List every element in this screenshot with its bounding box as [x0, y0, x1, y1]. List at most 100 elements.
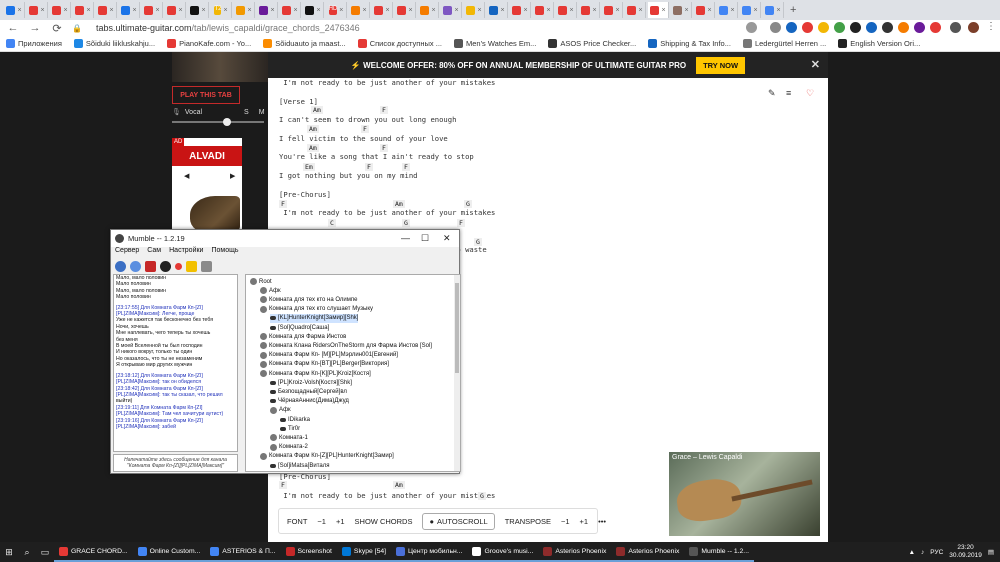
taskbar-app[interactable]: Screenshot: [280, 542, 337, 562]
channel-entry[interactable]: Афк: [260, 286, 281, 295]
vocal-volume-slider[interactable]: [172, 121, 264, 123]
channel-entry[interactable]: Комната Фарм Кп-[K][PL]Kroiz[Костя]: [260, 369, 371, 378]
chord[interactable]: Am: [307, 125, 319, 133]
extension-icon[interactable]: [802, 22, 813, 33]
close-tab-icon[interactable]: ×: [86, 7, 90, 14]
close-tab-icon[interactable]: ×: [569, 7, 573, 14]
extension-icon[interactable]: [866, 22, 877, 33]
browser-tab[interactable]: T2 ×: [211, 2, 232, 18]
bookmark-item[interactable]: Sõiduauto ja maast...: [263, 39, 346, 48]
browser-tab[interactable]: ×: [740, 2, 761, 18]
browser-tab[interactable]: ×: [73, 2, 94, 18]
channel-entry[interactable]: Комната-2: [270, 443, 308, 452]
browser-tab[interactable]: ×: [372, 2, 393, 18]
user-entry[interactable]: [PL]Kroiz-Volsh[Костя][Shk]: [270, 378, 352, 387]
menu-item[interactable]: Сервер: [115, 247, 139, 258]
user-entry[interactable]: IDikarka: [280, 415, 310, 424]
chord[interactable]: F: [380, 144, 388, 152]
network-icon[interactable]: ▲: [909, 549, 915, 556]
minimize-icon[interactable]: —: [401, 233, 410, 243]
play-this-tab-button[interactable]: PLAY THIS TAB: [172, 86, 240, 104]
taskbar-app[interactable]: Skype [54]: [336, 542, 392, 562]
bookmark-item[interactable]: English Version Ori...: [838, 39, 920, 48]
browser-tab[interactable]: ×: [694, 2, 715, 18]
chord[interactable]: G: [478, 492, 486, 500]
extension-icon[interactable]: [850, 22, 861, 33]
extension-icon[interactable]: [786, 22, 797, 33]
browser-tab[interactable]: ×: [303, 2, 324, 18]
channel-entry[interactable]: Комната Фарм Кп- [M][PL]Мэрлин001[Евгени…: [260, 351, 398, 360]
deafen-icon[interactable]: [160, 260, 171, 272]
transpose-up-button[interactable]: +1: [580, 517, 589, 526]
back-icon[interactable]: ←: [6, 22, 20, 34]
channel-entry[interactable]: Root: [250, 277, 272, 286]
close-tab-icon[interactable]: ×: [132, 7, 136, 14]
font-increase-button[interactable]: +1: [336, 517, 345, 526]
browser-tab[interactable]: ×: [556, 2, 577, 18]
extension-icon[interactable]: [930, 22, 941, 33]
chord[interactable]: G: [474, 238, 482, 246]
close-tab-icon[interactable]: ×: [270, 7, 274, 14]
taskbar-app[interactable]: Groove's musi...: [467, 542, 539, 562]
chord[interactable]: F: [279, 200, 287, 208]
menu-item[interactable]: Помощь: [211, 247, 238, 258]
taskbar-app[interactable]: Online Custom...: [132, 542, 206, 562]
close-tab-icon[interactable]: ×: [661, 7, 665, 14]
slider-handle[interactable]: [223, 118, 231, 126]
close-tab-icon[interactable]: ×: [707, 7, 711, 14]
advertisement[interactable]: AD ALVADI ◀ ▶: [172, 138, 242, 238]
close-tab-icon[interactable]: ×: [454, 7, 458, 14]
clock[interactable]: 23:20 30.09.2019: [949, 544, 982, 560]
language-indicator[interactable]: РУС: [930, 549, 943, 556]
browser-tab[interactable]: ×: [142, 2, 163, 18]
mute-button[interactable]: M: [259, 109, 265, 116]
record-icon[interactable]: [175, 262, 182, 270]
video-player[interactable]: Grace – Lewis Capaldi: [669, 452, 820, 536]
browser-tab[interactable]: ×: [763, 2, 784, 18]
bookmark-item[interactable]: PianoKafe.com - Yo...: [167, 39, 251, 48]
chord[interactable]: G: [464, 200, 472, 208]
close-tab-icon[interactable]: ×: [223, 7, 227, 14]
close-tab-icon[interactable]: ×: [431, 7, 435, 14]
browser-tab[interactable]: ×: [395, 2, 416, 18]
taskbar-app[interactable]: Центр мобильн...: [391, 542, 468, 562]
browser-tab[interactable]: ×: [441, 2, 462, 18]
profile-avatar[interactable]: [968, 22, 979, 33]
user-entry[interactable]: [KL]HunterKnight[Замир][Shk]: [270, 313, 359, 323]
chord[interactable]: Em: [303, 163, 315, 171]
close-tab-icon[interactable]: ×: [477, 7, 481, 14]
extension-icon[interactable]: [834, 22, 845, 33]
taskbar-app[interactable]: ASTERIOS & П...: [205, 542, 281, 562]
comment-icon[interactable]: [186, 260, 197, 272]
channel-entry[interactable]: Комната Фарм Кп-[Z][PL]HunterKnight[Зами…: [260, 452, 394, 461]
close-icon[interactable]: ✕: [811, 58, 820, 71]
browser-tab[interactable]: ×: [602, 2, 623, 18]
chord[interactable]: F: [279, 481, 287, 489]
favorite-heart-icon[interactable]: ♡: [806, 88, 814, 99]
url-field[interactable]: tabs.ultimate-guitar.com/tab/lewis_capal…: [96, 23, 360, 33]
browser-tab[interactable]: ×: [50, 2, 71, 18]
close-tab-icon[interactable]: ×: [362, 7, 366, 14]
chord[interactable]: F: [365, 163, 373, 171]
close-tab-icon[interactable]: ×: [155, 7, 159, 14]
browser-tab[interactable]: ×: [27, 2, 48, 18]
task-view-icon[interactable]: ▭: [36, 545, 54, 559]
browser-tab[interactable]: ×: [648, 2, 669, 18]
notification-icon[interactable]: ▤: [988, 548, 994, 556]
bookmark-item[interactable]: Sõiduki liikluskahju...: [73, 39, 155, 48]
browser-tab[interactable]: ×: [464, 2, 485, 18]
scrollbar-thumb[interactable]: [455, 283, 459, 373]
show-chords-button[interactable]: SHOW CHORDS: [355, 517, 413, 526]
chord[interactable]: F: [402, 163, 410, 171]
chord[interactable]: Am: [393, 481, 405, 489]
solo-button[interactable]: S: [244, 109, 249, 116]
forward-icon[interactable]: →: [28, 22, 42, 34]
taskbar-app[interactable]: GRACE CHORD...: [54, 542, 133, 562]
user-entry[interactable]: [Sol]iMatsa[Виталя: [270, 461, 329, 470]
user-entry[interactable]: Безпощадный[Сергей]вл: [270, 387, 347, 396]
close-tab-icon[interactable]: ×: [201, 7, 205, 14]
close-tab-icon[interactable]: ×: [408, 7, 412, 14]
extension-icon[interactable]: [914, 22, 925, 33]
close-tab-icon[interactable]: ×: [385, 7, 389, 14]
close-tab-icon[interactable]: ×: [339, 7, 343, 14]
